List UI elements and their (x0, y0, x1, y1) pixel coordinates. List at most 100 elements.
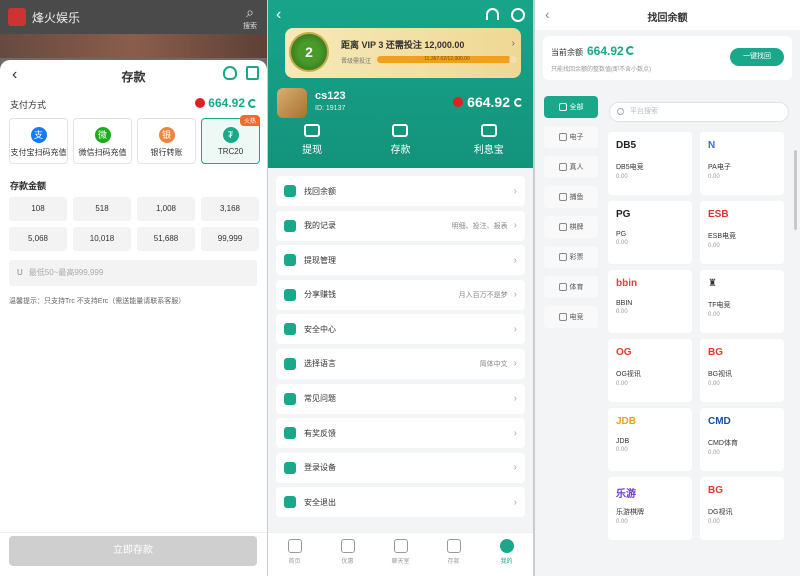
game-card[interactable]: PG PG 0.00 (608, 201, 692, 264)
pay-methods: 支 支付宝扫码充值 微 微信扫码充值 银 银行转账 火热 ₮ TRC20 (9, 115, 260, 164)
menu-item-feedback[interactable]: 有奖反馈 › (276, 418, 525, 449)
tab-home[interactable]: 首页 (268, 533, 321, 576)
game-card[interactable]: DB5 DB5电竞 0.00 (608, 132, 692, 195)
menu-item-security[interactable]: 安全中心 › (276, 314, 525, 345)
game-card[interactable]: ♜ TF电竞 0.00 (700, 270, 784, 333)
menu-item-withdraw-manage[interactable]: 提现管理 › (276, 245, 525, 276)
amount-option[interactable]: 518 (73, 197, 131, 221)
game-logo: bbin (616, 278, 638, 289)
refresh-icon[interactable] (514, 97, 523, 107)
message-icon[interactable] (511, 8, 525, 22)
brand: 烽火娱乐 (8, 8, 80, 26)
recover-header: ‹ 找回余额 (535, 0, 800, 30)
category-lottery[interactable]: 彩票 (544, 246, 598, 268)
chevron-right-icon: › (513, 323, 517, 335)
recover-all-button[interactable]: 一键找回 (730, 48, 784, 66)
category-fishing[interactable]: 捕鱼 (544, 186, 598, 208)
pay-method-wechat[interactable]: 微 微信扫码充值 (73, 118, 132, 164)
profile-panel: ‹ 2 距离 VIP 3 还需投注 12,000.00 晋级需投注 11,367… (268, 0, 533, 576)
tab-promo[interactable]: 优惠 (321, 533, 374, 576)
pay-method-row: 支付方式 664.92 (10, 96, 257, 112)
record-icon[interactable] (246, 66, 259, 80)
game-logo: OG (616, 347, 632, 358)
game-card[interactable]: JDB JDB 0.00 (608, 408, 692, 471)
game-card[interactable]: N PA电子 0.00 (700, 132, 784, 195)
game-card[interactable]: BG BG视讯 0.00 (700, 339, 784, 402)
pay-method-trc20[interactable]: 火热 ₮ TRC20 (201, 115, 260, 164)
tab-chat[interactable]: 聊天室 (374, 533, 427, 576)
deposit-button[interactable]: 存款 (356, 124, 444, 156)
search-icon: ⌕ (246, 4, 254, 20)
withdraw-button[interactable]: 提现 (268, 124, 356, 156)
category-esports[interactable]: 电竞 (544, 306, 598, 328)
page-title: 找回余额 (647, 13, 688, 24)
refresh-icon[interactable] (248, 98, 257, 108)
amount-option[interactable]: 1,008 (137, 197, 195, 221)
menu-item-faq[interactable]: 常见问题 › (276, 383, 525, 414)
game-card[interactable]: ESB ESB电竞 0.00 (700, 201, 784, 264)
category-slots[interactable]: 电子 (544, 126, 598, 148)
game-name: BG视讯 (708, 371, 733, 378)
menu-label: 安全中心 (304, 324, 336, 334)
piggy-bank-icon (480, 124, 497, 137)
refresh-icon[interactable] (625, 46, 635, 55)
menu-value: 明细、投注、报表 (451, 222, 508, 230)
game-logo: 乐游 (616, 489, 636, 500)
amount-option[interactable]: 5,068 (9, 227, 67, 251)
menu-item-language[interactable]: 选择语言 简体中文 › (276, 348, 525, 379)
category-live[interactable]: 真人 (544, 156, 598, 178)
bank-icon: 银 (158, 127, 175, 143)
interest-button[interactable]: 利息宝 (445, 124, 533, 156)
tab-deposit[interactable]: 存款 (427, 533, 480, 576)
menu-item-devices[interactable]: 登录设备 › (276, 452, 525, 483)
headset-icon[interactable] (486, 8, 499, 20)
scrollbar[interactable] (794, 150, 797, 230)
current-balance-card: 当前余额 664.92 只能找回余额的整数值(即不含小数点) 一键找回 (543, 36, 792, 80)
category-all[interactable]: 全部 (544, 96, 598, 118)
current-balance-label: 当前余额 (551, 48, 583, 57)
promo-banner[interactable] (0, 34, 267, 58)
game-name: JDB (616, 438, 630, 445)
category-label: 真人 (569, 164, 584, 171)
game-logo: ♜ (708, 278, 717, 289)
game-card[interactable]: 乐游 乐游棋牌 0.00 (608, 477, 692, 540)
search-button[interactable]: ⌕ 搜索 (243, 4, 257, 31)
current-balance-value: 664.92 (587, 44, 624, 58)
game-card[interactable]: OG OG视讯 0.00 (608, 339, 692, 402)
amount-option[interactable]: 3,168 (201, 197, 259, 221)
brand-logo (8, 8, 26, 26)
game-card[interactable]: BG DG视讯 0.00 (700, 477, 784, 540)
tab-label: 我的 (500, 559, 513, 565)
back-icon[interactable]: ‹ (276, 6, 281, 24)
amount-option[interactable]: 99,999 (201, 227, 259, 251)
menu-item-recover-balance[interactable]: 找回余额 › (276, 176, 525, 206)
amount-option[interactable]: 10,018 (73, 227, 131, 251)
wallet-icon (392, 124, 409, 137)
game-card[interactable]: CMD CMD体育 0.00 (700, 408, 784, 471)
game-name: TF电竞 (708, 302, 731, 309)
user-id: ID: 19137 (315, 105, 346, 112)
menu-item-records[interactable]: 我的记录 明细、投注、报表 › (276, 210, 525, 241)
pay-method-alipay[interactable]: 支 支付宝扫码充值 (9, 118, 68, 164)
vip-sub: 晋级需投注 (341, 59, 372, 65)
game-card[interactable]: bbin BBIN 0.00 (608, 270, 692, 333)
tab-label: 优惠 (341, 559, 354, 565)
avatar[interactable] (277, 88, 307, 118)
amount-option[interactable]: 108 (9, 197, 67, 221)
quick-label: 提现 (302, 145, 323, 156)
headset-icon[interactable] (223, 66, 237, 80)
vip-card[interactable]: 2 距离 VIP 3 还需投注 12,000.00 晋级需投注 11,367.0… (285, 28, 521, 78)
menu-item-share[interactable]: 分享赚钱 月入百万不是梦 › (276, 279, 525, 310)
game-grid: DB5 DB5电竞 0.00 N PA电子 0.00 PG PG 0.00 ESB ESB电竞 0.0… (608, 132, 794, 540)
category-sports[interactable]: 体育 (544, 276, 598, 298)
game-logo: ESB (708, 209, 729, 220)
tab-mine[interactable]: 我的 (480, 533, 533, 576)
submit-deposit-button[interactable]: 立即存款 (9, 536, 257, 566)
platform-search-input[interactable]: 平台搜索 (609, 102, 789, 122)
menu-item-logout[interactable]: 安全退出 › (276, 487, 525, 518)
category-cards[interactable]: 棋牌 (544, 216, 598, 238)
game-logo: JDB (616, 416, 637, 427)
amount-input[interactable]: U 最低50~最高999,999 (9, 260, 257, 286)
pay-method-bank[interactable]: 银 银行转账 (137, 118, 196, 164)
amount-option[interactable]: 51,688 (137, 227, 195, 251)
